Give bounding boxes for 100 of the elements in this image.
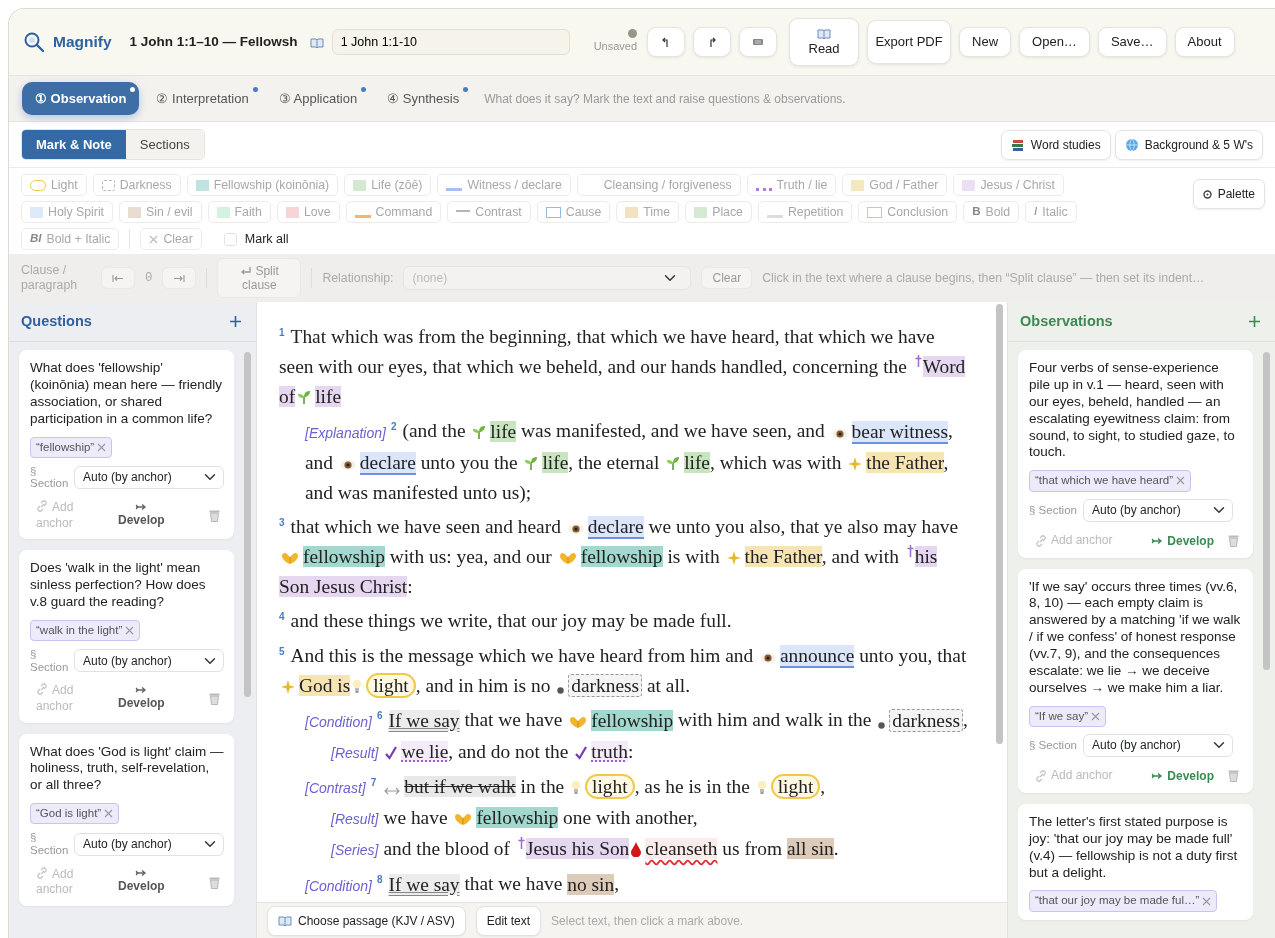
step-tab[interactable]: ③ Application (265, 81, 371, 116)
mark-chip[interactable]: Holy Spirit (21, 201, 114, 223)
passage-field[interactable]: 1 John 1:1-10 (331, 29, 570, 55)
add-anchor-button[interactable]: Add anchor (36, 500, 88, 532)
develop-button[interactable]: Develop (118, 869, 165, 896)
mark-chip[interactable]: BI Bold + Italic (21, 228, 120, 250)
marked-phrase: fellowship (303, 546, 385, 568)
mark-chip[interactable]: Repetition (757, 201, 853, 223)
mark-chip[interactable]: God / Father (842, 174, 948, 196)
link-icon (36, 500, 48, 513)
choose-passage-button[interactable]: Choose passage (KJV / ASV) (267, 905, 466, 936)
develop-button[interactable]: Develop (118, 685, 165, 712)
mark-chip[interactable]: Life (zōē) (344, 174, 432, 196)
anchor-text: “God is light” (36, 806, 102, 822)
scrollbar[interactable] (1263, 352, 1270, 670)
read-button[interactable]: Read (789, 18, 860, 66)
step-tab[interactable]: ① Observation (22, 81, 140, 116)
scrollbar[interactable] (996, 304, 1003, 744)
step-tab[interactable]: ④ Synthesis (374, 81, 473, 116)
delete-button[interactable] (1228, 769, 1239, 783)
split-clause-button[interactable]: Split clause (217, 257, 302, 299)
anchor-text: “If we say” (1035, 708, 1089, 724)
arrow-icon (135, 685, 148, 694)
palette-button[interactable]: Palette (1192, 179, 1265, 209)
delete-button[interactable] (209, 692, 220, 706)
develop-button[interactable]: Develop (1151, 531, 1214, 550)
clear-button[interactable]: Clear (701, 266, 753, 290)
add-button[interactable] (1248, 315, 1261, 328)
delete-button[interactable] (209, 875, 220, 889)
mark-chip[interactable]: I Italic (1025, 201, 1077, 223)
outdent-button[interactable] (101, 266, 135, 290)
section-select[interactable]: Auto (by anchor) (74, 465, 224, 489)
add-button[interactable] (229, 315, 242, 328)
clear-button[interactable]: Clear (140, 228, 202, 250)
section-select[interactable]: Auto (by anchor) (1082, 498, 1233, 522)
mark-chip[interactable]: Contrast (447, 201, 531, 223)
undo-button[interactable] (647, 27, 686, 57)
book-icon (309, 36, 324, 48)
clause-label: [Contrast] (305, 780, 366, 797)
add-anchor-button[interactable]: Add anchor (36, 866, 88, 898)
section-select[interactable]: Auto (by anchor) (74, 649, 224, 673)
toolbar-button[interactable]: Save… (1097, 27, 1167, 57)
mark-chip[interactable]: Darkness (92, 174, 181, 196)
note-text: Does 'walk in the light' mean sinless perfection? How does v.8 guard the reading? (30, 560, 207, 611)
develop-button[interactable]: Develop (118, 502, 165, 529)
verse-number: 1 (279, 327, 285, 338)
delete-button[interactable] (1228, 534, 1239, 547)
mode-tab[interactable]: Mark & Note (22, 129, 126, 160)
mark-chip[interactable]: Love (276, 201, 340, 223)
add-anchor-button[interactable]: Add anchor (36, 683, 88, 715)
mark-chip[interactable]: Cause (536, 201, 611, 223)
mark-chip[interactable]: Place (685, 201, 752, 223)
clause-label: [Series] (331, 842, 379, 859)
indent-level: 0 (145, 269, 153, 287)
marked-phrase: Jesus his Son (525, 838, 630, 860)
link-icon (36, 683, 48, 696)
redo-button[interactable] (693, 27, 732, 57)
link-icon (36, 866, 48, 879)
mark-chip[interactable]: Command (345, 201, 442, 223)
step-tab[interactable]: ② Interpretation (143, 81, 262, 116)
mark-all-checkbox[interactable] (223, 232, 237, 246)
keyboard-button[interactable] (739, 27, 778, 57)
toolbar-button[interactable]: Export PDF (867, 20, 952, 64)
marked-phrase: his (914, 546, 938, 568)
mode-tab[interactable]: Sections (125, 129, 204, 160)
arrow-icon (1151, 771, 1164, 780)
mark-chip[interactable]: Light (21, 174, 87, 196)
tool-button[interactable]: Background & 5 W's (1114, 129, 1263, 160)
verse-text: unto you, that (858, 645, 967, 667)
toolbar-button[interactable]: About (1174, 27, 1235, 57)
mark-chip[interactable]: Conclusion (858, 201, 958, 223)
tool-button[interactable]: Word studies (1000, 129, 1111, 160)
mark-chip[interactable]: Cleansing / forgiveness (576, 174, 741, 196)
mark-chip[interactable]: Truth / lie (746, 174, 837, 196)
indent-button[interactable] (162, 266, 197, 290)
verse-number: 6 (376, 710, 383, 722)
verse-text: and the blood of (383, 838, 512, 860)
edit-text-button[interactable]: Edit text (475, 905, 542, 936)
mark-chip[interactable]: Sin / evil (119, 201, 202, 223)
add-anchor-button[interactable]: Add anchor (1035, 532, 1113, 549)
mark-chip[interactable]: B Bold (963, 201, 1020, 223)
panel-title: Questions (21, 311, 92, 331)
cross-icon (906, 545, 914, 558)
section-select[interactable]: Auto (by anchor) (74, 832, 224, 856)
add-anchor-button[interactable]: Add anchor (1035, 768, 1113, 784)
develop-button[interactable]: Develop (1151, 766, 1214, 785)
mark-chip[interactable]: Fellowship (koinōnia) (186, 174, 339, 196)
mark-chip[interactable]: Time (616, 201, 680, 223)
plus-icon (229, 315, 242, 328)
marked-phrase: life (315, 386, 341, 408)
delete-button[interactable] (209, 509, 220, 523)
marked-phrase: but if we walk (404, 776, 516, 798)
verse-text: , (943, 451, 949, 473)
toolbar-button[interactable]: New (959, 27, 1012, 57)
scrollbar[interactable] (244, 352, 251, 697)
section-select[interactable]: Auto (by anchor) (1082, 733, 1233, 757)
mark-chip[interactable]: Jesus / Christ (953, 174, 1064, 196)
mark-chip[interactable]: Witness / declare (437, 174, 571, 196)
mark-chip[interactable]: Faith (207, 201, 271, 223)
toolbar-button[interactable]: Open… (1019, 27, 1090, 57)
